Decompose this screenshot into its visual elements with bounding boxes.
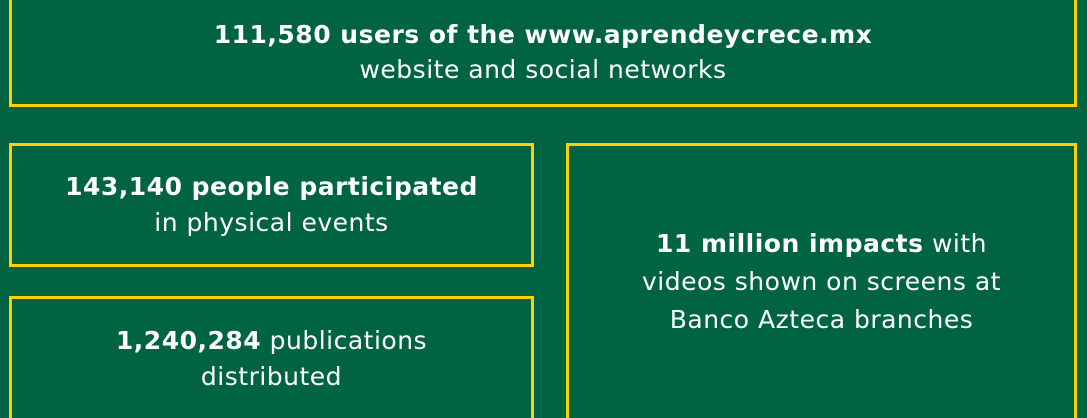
- video-impacts-label: with: [923, 229, 988, 258]
- event-participants-description: in physical events: [154, 208, 389, 237]
- video-impacts-description-1: videos shown on screens at: [642, 267, 1001, 296]
- web-users-highlight: 111,580 users of the www.aprendeycrece.m…: [213, 20, 873, 49]
- stat-box-event-participants: 143,140 people participated in physical …: [9, 143, 534, 267]
- stat-line-2: distributed: [201, 359, 342, 395]
- stat-line-3: Banco Azteca branches: [670, 301, 974, 339]
- stat-line-2: in physical events: [154, 205, 388, 241]
- stat-line-2: videos shown on screens at: [642, 263, 1001, 301]
- web-users-description: website and social networks: [359, 55, 727, 84]
- video-impacts-description-2: Banco Azteca branches: [669, 305, 974, 334]
- publications-highlight: 1,240,284: [115, 325, 262, 355]
- stat-box-web-users: 111,580 users of the www.aprendeycrece.m…: [9, 0, 1077, 107]
- event-participants-highlight: 143,140 people participated: [65, 172, 478, 201]
- stat-line-1: 11 million impacts with: [656, 225, 987, 263]
- stat-line-1: 1,240,284 publications: [116, 323, 427, 359]
- video-impacts-highlight: 11 million impacts: [655, 229, 924, 258]
- stat-box-publications: 1,240,284 publications distributed: [9, 296, 534, 418]
- publications-label: publications: [261, 325, 428, 355]
- publications-description: distributed: [200, 361, 343, 391]
- stat-line-2: website and social networks: [359, 52, 726, 87]
- stat-line-1: 143,140 people participated: [65, 169, 478, 205]
- stat-line-1: 111,580 users of the www.aprendeycrece.m…: [214, 17, 873, 52]
- stat-box-video-impacts: 11 million impacts with videos shown on …: [566, 143, 1077, 418]
